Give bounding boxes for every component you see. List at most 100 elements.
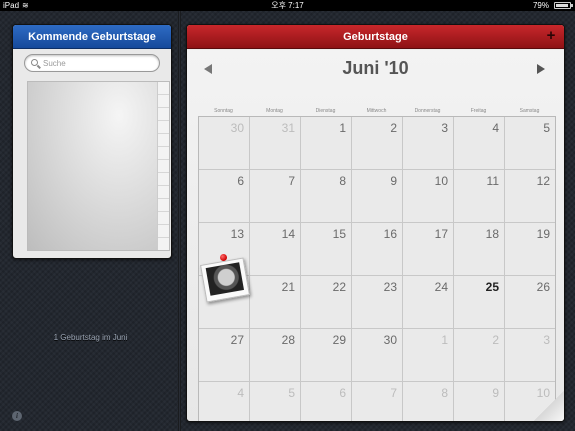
day-number: 7 <box>390 386 397 400</box>
calendar-title: Geburtstage + <box>187 25 564 49</box>
day-cell[interactable]: 10 <box>403 170 454 223</box>
day-cell[interactable]: 9 <box>352 170 403 223</box>
page-curl[interactable] <box>534 391 564 421</box>
day-cell[interactable]: 1 <box>301 117 352 170</box>
day-number: 30 <box>230 121 244 135</box>
day-cell[interactable]: 30 <box>352 329 403 382</box>
day-cell[interactable]: 7 <box>250 170 301 223</box>
empty-list-card <box>28 82 158 250</box>
calendar-page: Juni '10 Sonntag Montag Dienstag Mittwoch Do… <box>187 50 564 421</box>
day-cell[interactable]: 28 <box>250 329 301 382</box>
day-cell[interactable]: 5 <box>250 382 301 421</box>
weekday-label: Donnerstag <box>414 108 441 114</box>
day-number: 25 <box>485 280 499 294</box>
birthday-count: 1 Geburtstag im Juni <box>53 333 128 342</box>
day-cell[interactable]: 4 <box>454 117 505 170</box>
weekday-label: Sonntag <box>214 108 233 114</box>
day-number: 12 <box>536 174 550 188</box>
day-cell[interactable]: 29 <box>301 329 352 382</box>
day-number: 27 <box>230 333 244 347</box>
day-number: 2 <box>492 333 499 347</box>
day-number: 8 <box>441 386 448 400</box>
day-number: 1 <box>339 121 346 135</box>
day-cell[interactable]: 22 <box>301 276 352 329</box>
month-label: Juni '10 <box>342 58 409 78</box>
weekday-label: Dienstag <box>315 108 336 114</box>
search-icon <box>31 59 38 66</box>
day-number: 6 <box>237 174 244 188</box>
day-number: 9 <box>390 174 397 188</box>
day-cell[interactable]: 6 <box>301 382 352 421</box>
search-input[interactable] <box>43 56 163 70</box>
weekday-label: Samstag <box>519 108 540 114</box>
day-cell[interactable]: 18 <box>454 223 505 276</box>
birthday-list[interactable] <box>27 81 170 251</box>
day-number: 24 <box>434 280 448 294</box>
day-cell[interactable]: 27 <box>199 329 250 382</box>
month-navigation: Juni '10 <box>187 56 564 78</box>
day-cell[interactable]: 25 <box>454 276 505 329</box>
pane-divider <box>178 11 181 431</box>
day-cell[interactable]: 3 <box>505 329 555 382</box>
day-cell[interactable]: 12 <box>505 170 555 223</box>
calendar-panel: Geburtstage + Juni '10 Sonntag Montag Dien… <box>186 24 565 422</box>
status-bar: iPad ≋ 오후 7:17 79% <box>0 0 575 11</box>
day-cell[interactable]: 3 <box>403 117 454 170</box>
day-number: 13 <box>230 227 244 241</box>
day-number: 19 <box>536 227 550 241</box>
day-number: 18 <box>485 227 499 241</box>
status-time: 오후 7:17 <box>271 1 304 10</box>
day-number: 4 <box>237 386 244 400</box>
info-icon[interactable]: i <box>12 411 22 421</box>
pin-icon <box>220 254 227 261</box>
add-birthday-button[interactable]: + <box>544 25 558 49</box>
battery-percent: 79% <box>532 1 549 10</box>
day-cell[interactable]: 30 <box>199 117 250 170</box>
day-cell[interactable]: 9 <box>454 382 505 421</box>
day-cell[interactable]: 7 <box>352 382 403 421</box>
day-number: 9 <box>492 386 499 400</box>
day-cell[interactable]: 26 <box>505 276 555 329</box>
day-number: 1 <box>441 333 448 347</box>
day-cell[interactable]: 8 <box>301 170 352 223</box>
day-cell[interactable]: 19 <box>505 223 555 276</box>
day-cell[interactable]: 23 <box>352 276 403 329</box>
birthday-photo-icon[interactable] <box>200 257 250 303</box>
search-field[interactable] <box>24 54 163 72</box>
day-cell[interactable]: 24 <box>403 276 454 329</box>
day-number: 7 <box>288 174 295 188</box>
day-cell[interactable]: 2 <box>352 117 403 170</box>
day-cell[interactable]: 2 <box>454 329 505 382</box>
day-cell[interactable]: 6 <box>199 170 250 223</box>
day-number: 8 <box>339 174 346 188</box>
day-cell[interactable]: 1 <box>403 329 454 382</box>
day-number: 5 <box>288 386 295 400</box>
day-cell[interactable]: 21 <box>250 276 301 329</box>
day-cell[interactable]: 5 <box>505 117 555 170</box>
day-cell[interactable]: 17 <box>403 223 454 276</box>
day-number: 22 <box>332 280 346 294</box>
day-number: 3 <box>441 121 448 135</box>
weekday-label: Freitag <box>470 108 487 114</box>
battery-icon <box>554 2 573 9</box>
day-cell[interactable]: 11 <box>454 170 505 223</box>
day-number: 26 <box>536 280 550 294</box>
day-number: 11 <box>486 174 499 188</box>
day-number: 30 <box>383 333 397 347</box>
day-cell[interactable]: 4 <box>199 382 250 421</box>
day-cell[interactable]: 8 <box>403 382 454 421</box>
day-number: 3 <box>543 333 550 347</box>
day-number: 5 <box>543 121 550 135</box>
weekday-label: Mittwoch <box>366 108 387 114</box>
day-number: 6 <box>339 386 346 400</box>
list-edge <box>157 82 169 250</box>
day-number: 29 <box>332 333 346 347</box>
chevron-right-icon[interactable] <box>537 64 545 74</box>
day-cell[interactable]: 15 <box>301 223 352 276</box>
day-cell[interactable]: 31 <box>250 117 301 170</box>
day-number: 4 <box>492 121 499 135</box>
day-cell[interactable]: 14 <box>250 223 301 276</box>
day-number: 17 <box>434 227 448 241</box>
day-number: 14 <box>281 227 295 241</box>
day-cell[interactable]: 16 <box>352 223 403 276</box>
